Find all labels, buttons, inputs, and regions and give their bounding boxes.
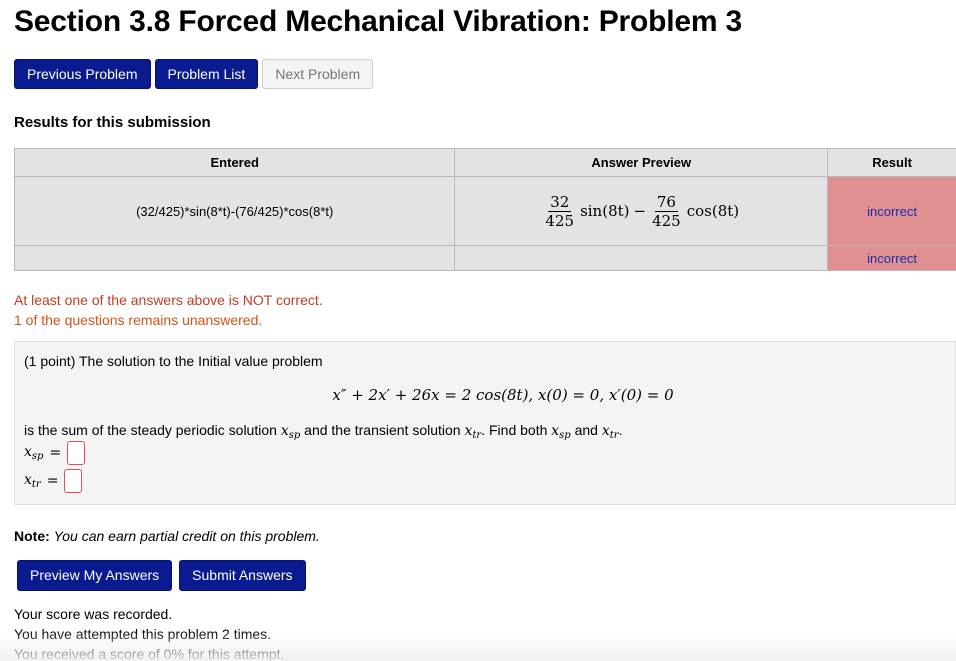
x-sp-symbol: xsp bbox=[551, 423, 571, 441]
next-problem-button: Next Problem bbox=[262, 59, 374, 89]
equals-sign: = bbox=[49, 445, 62, 461]
minus-operator: − bbox=[633, 202, 647, 220]
result-cell-incorrect: incorrect bbox=[827, 245, 956, 271]
problem-list-button[interactable]: Problem List bbox=[154, 59, 259, 89]
xsp-answer-field[interactable] bbox=[67, 441, 86, 465]
results-header-row: Entered Answer Preview Result bbox=[13, 148, 956, 177]
partial-credit-note: Note: You can earn partial credit on thi… bbox=[14, 528, 320, 544]
sin-term: sin(8t) bbox=[580, 202, 630, 220]
submit-answers-button[interactable]: Submit Answers bbox=[179, 560, 306, 591]
numerator: 32 bbox=[548, 192, 572, 212]
attempts-text: You have attempted this problem 2 times. bbox=[14, 626, 272, 642]
desc-text: is the sum of the steady periodic soluti… bbox=[24, 422, 281, 438]
column-header-entered: Entered bbox=[13, 148, 456, 177]
x-tr-symbol: xtr bbox=[601, 423, 619, 441]
score-recorded-text: Your score was recorded. bbox=[14, 606, 173, 622]
page: Section 3.8 Forced Mechanical Vibration:… bbox=[0, 0, 956, 661]
subscript: sp bbox=[288, 430, 301, 441]
problem-description: is the sum of the steady periodic soluti… bbox=[24, 422, 622, 441]
problem-nav: Previous Problem Problem List Next Probl… bbox=[14, 59, 374, 89]
entered-cell bbox=[13, 245, 456, 271]
subscript: tr bbox=[472, 430, 482, 441]
x-tr-symbol: xtr bbox=[465, 423, 482, 441]
table-row: incorrect bbox=[13, 245, 956, 271]
cos-term: cos(8t) bbox=[686, 202, 740, 220]
note-label: Note: bbox=[14, 528, 50, 544]
x-sp-label: xsp bbox=[24, 444, 43, 462]
note-text: You can earn partial credit on this prob… bbox=[53, 528, 320, 544]
subscript: sp bbox=[559, 430, 571, 441]
answer-line-xsp: xsp = bbox=[24, 441, 86, 465]
answer-line-xtr: xtr = bbox=[24, 469, 83, 493]
x-letter: x bbox=[24, 444, 32, 460]
x-letter: x bbox=[24, 472, 32, 488]
answer-preview-cell: 32 425 sin(8t) − 76 425 cos(8t) bbox=[454, 176, 829, 246]
x-sp-symbol: xsp bbox=[280, 423, 301, 441]
answer-preview-math: 32 425 sin(8t) − 76 425 cos(8t) bbox=[543, 193, 739, 230]
entered-cell: (32/425)*sin(8*t)-(76/425)*cos(8*t) bbox=[13, 176, 456, 246]
subscript: sp bbox=[31, 451, 44, 462]
column-header-answer-preview: Answer Preview bbox=[454, 148, 829, 177]
previous-problem-button[interactable]: Previous Problem bbox=[14, 59, 151, 89]
subscript: tr bbox=[31, 479, 41, 490]
answer-preview-cell bbox=[454, 245, 829, 271]
xtr-answer-field[interactable] bbox=[64, 469, 83, 493]
numerator: 76 bbox=[654, 192, 678, 212]
desc-text: and the transient solution bbox=[300, 422, 465, 438]
desc-text: . bbox=[618, 422, 623, 438]
unanswered-message: 1 of the questions remains unanswered. bbox=[14, 312, 263, 328]
x-letter: x bbox=[551, 423, 560, 439]
page-title: Section 3.8 Forced Mechanical Vibration:… bbox=[14, 5, 742, 38]
denominator: 425 bbox=[652, 211, 681, 230]
desc-text: . Find both bbox=[481, 422, 552, 438]
denominator: 425 bbox=[545, 211, 575, 230]
table-row: (32/425)*sin(8*t)-(76/425)*cos(8*t) 32 4… bbox=[13, 176, 956, 246]
x-letter: x bbox=[601, 423, 610, 439]
desc-text: and bbox=[570, 422, 602, 438]
result-cell-incorrect: incorrect bbox=[827, 176, 956, 246]
results-heading: Results for this submission bbox=[14, 114, 211, 131]
score-text: You received a score of 0% for this atte… bbox=[14, 646, 285, 661]
problem-intro: (1 point) The solution to the Initial va… bbox=[24, 353, 323, 369]
results-table: Entered Answer Preview Result (32/425)*s… bbox=[13, 148, 956, 271]
problem-equation: x″ + 2x′ + 26x = 2 cos(8t), x(0) = 0, x′… bbox=[332, 386, 674, 404]
fraction: 32 425 bbox=[543, 193, 576, 230]
x-tr-label: xtr bbox=[24, 472, 41, 490]
equals-sign: = bbox=[46, 473, 59, 489]
x-letter: x bbox=[280, 423, 289, 439]
not-correct-message: At least one of the answers above is NOT… bbox=[14, 292, 323, 308]
fraction: 76 425 bbox=[650, 193, 683, 230]
column-header-result: Result bbox=[827, 148, 956, 177]
preview-answers-button[interactable]: Preview My Answers bbox=[17, 560, 173, 591]
subscript: tr bbox=[609, 430, 619, 441]
problem-panel: (1 point) The solution to the Initial va… bbox=[14, 341, 956, 505]
submit-actions: Preview My Answers Submit Answers bbox=[17, 560, 306, 591]
